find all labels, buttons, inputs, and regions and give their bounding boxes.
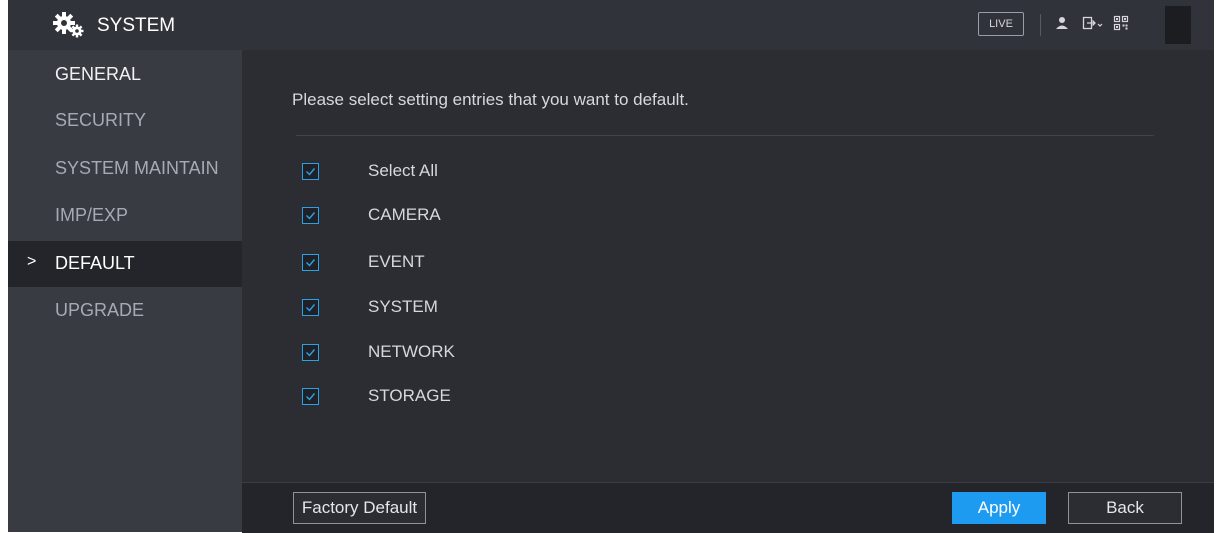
sidebar-item-system-maintain[interactable]: SYSTEM MAINTAIN <box>8 146 242 192</box>
gear-icon <box>53 12 84 38</box>
checkbox[interactable] <box>302 254 319 271</box>
sidebar-item-label: IMP/EXP <box>55 205 129 225</box>
sidebar-item-upgrade[interactable]: UPGRADE <box>8 288 242 334</box>
chevron-right-icon: > <box>27 253 37 270</box>
checkmark-icon <box>306 212 316 220</box>
sidebar-item-label: SYSTEM MAINTAIN <box>55 158 219 178</box>
sidebar-item-general[interactable]: GENERAL <box>8 52 242 98</box>
sidebar-item-imp-exp[interactable]: IMP/EXP <box>8 193 242 239</box>
checkbox[interactable] <box>302 207 319 224</box>
option-label: CAMERA <box>368 205 441 224</box>
title-bar: SYSTEM LIVE <box>8 0 1214 50</box>
logout-icon[interactable] <box>1082 15 1104 31</box>
back-button[interactable]: Back <box>1068 492 1182 524</box>
user-icon[interactable] <box>1054 15 1070 31</box>
sidebar-item-label: DEFAULT <box>55 253 135 273</box>
checkmark-icon <box>306 349 316 357</box>
checkmark-icon <box>306 304 316 312</box>
checkmark-icon <box>306 168 316 176</box>
option-label: Select All <box>368 161 438 180</box>
checkbox[interactable] <box>302 299 319 316</box>
sidebar-item-label: UPGRADE <box>55 300 145 320</box>
footer-bar: Factory Default Apply Back <box>242 482 1214 533</box>
checkmark-icon <box>306 393 316 401</box>
live-button[interactable]: LIVE <box>978 12 1024 36</box>
checkmark-icon <box>306 259 316 267</box>
default-settings-panel: Please select setting entries that you w… <box>242 50 1214 482</box>
sidebar-item-default[interactable]: > DEFAULT <box>8 241 242 287</box>
page-title: SYSTEM <box>97 15 176 36</box>
apply-button[interactable]: Apply <box>952 492 1046 524</box>
sidebar-item-security[interactable]: SECURITY <box>8 98 242 144</box>
sidebar-item-label: GENERAL <box>55 64 142 84</box>
title-separator <box>1040 14 1041 36</box>
system-window: SYSTEM LIVE GENERAL SECURITY SYSTEM MAIN… <box>8 0 1214 533</box>
title-bar-dark-block <box>1165 6 1191 44</box>
sidebar: GENERAL SECURITY SYSTEM MAINTAIN IMP/EXP… <box>8 50 242 532</box>
instruction-text: Please select setting entries that you w… <box>292 90 689 109</box>
factory-default-button[interactable]: Factory Default <box>293 492 426 524</box>
option-label: SYSTEM <box>368 297 438 316</box>
option-label: EVENT <box>368 252 425 271</box>
divider <box>296 135 1154 136</box>
checkbox[interactable] <box>302 163 319 180</box>
checkbox[interactable] <box>302 344 319 361</box>
option-label: STORAGE <box>368 386 451 405</box>
checkbox[interactable] <box>302 388 319 405</box>
option-label: NETWORK <box>368 342 455 361</box>
qr-code-icon[interactable] <box>1113 15 1129 31</box>
sidebar-item-label: SECURITY <box>55 110 147 130</box>
